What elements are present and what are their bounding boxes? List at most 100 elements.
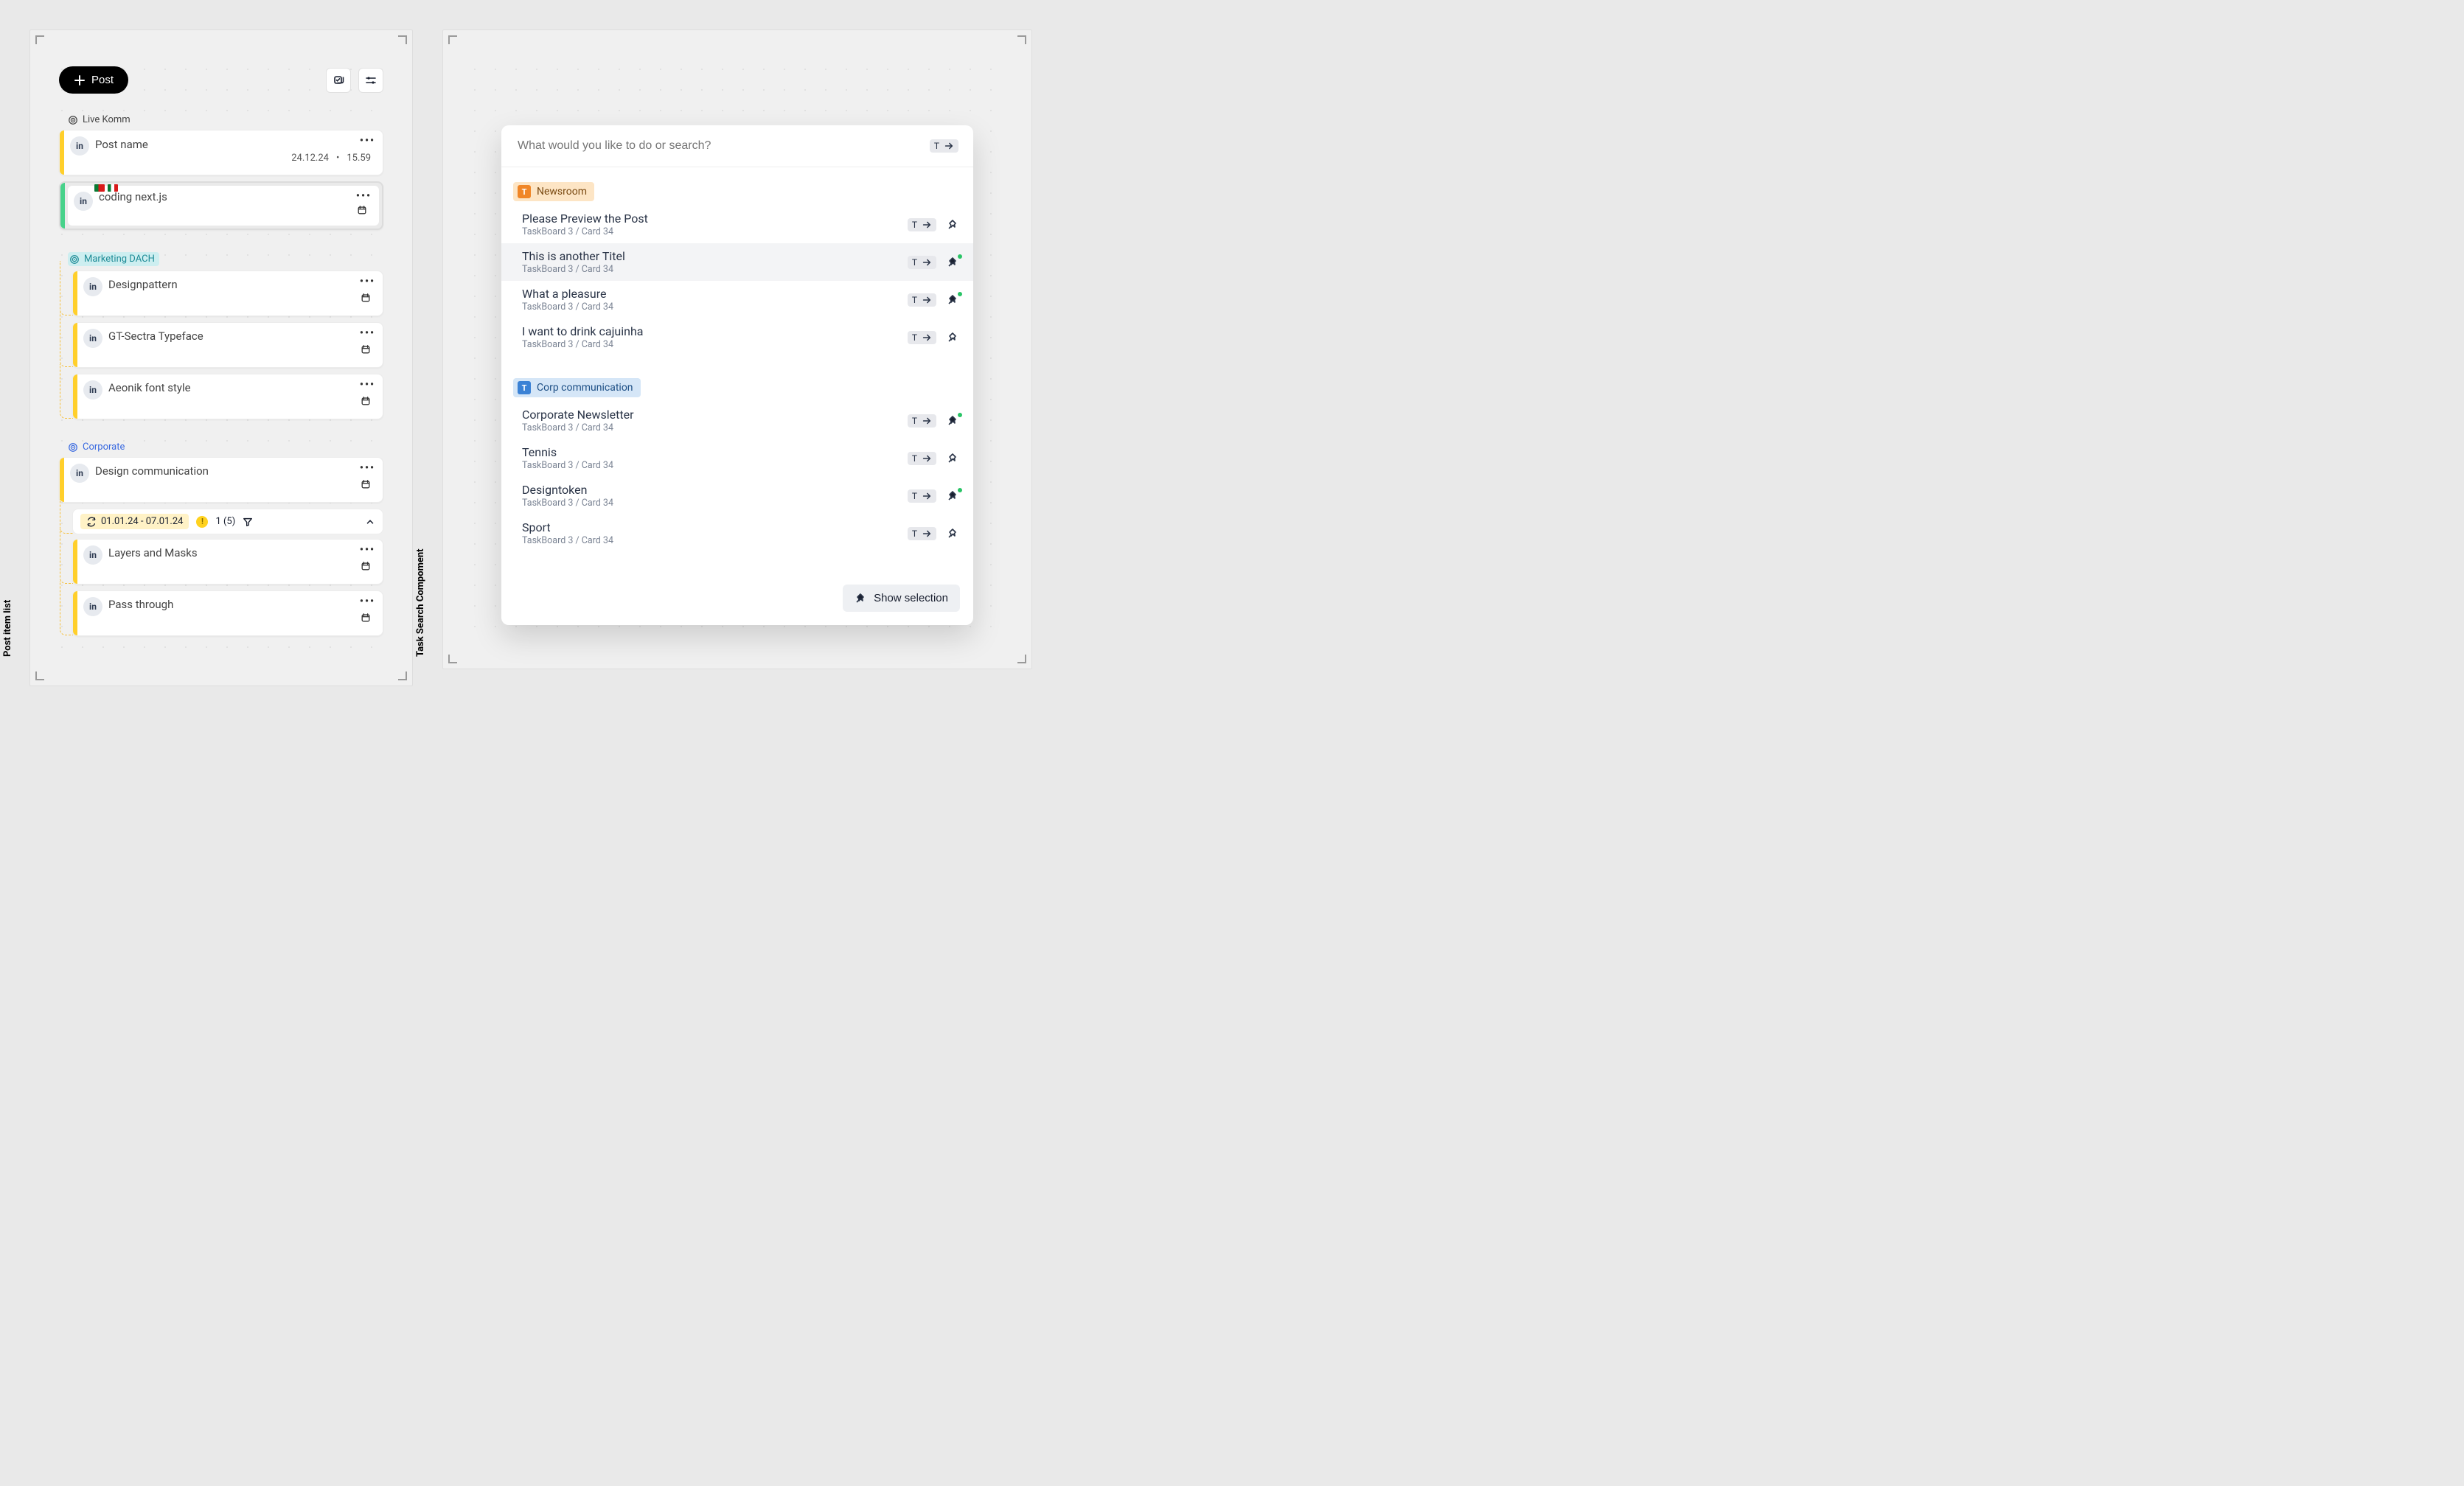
card-more-button[interactable]: •••: [356, 190, 372, 202]
calendar-icon[interactable]: [361, 479, 371, 489]
result-shortcut-badge[interactable]: T: [908, 331, 936, 344]
pin-button[interactable]: [947, 257, 958, 268]
calendar-icon[interactable]: [361, 293, 371, 303]
target-icon: [68, 442, 78, 453]
result-row[interactable]: This is another TitelTaskBoard 3 / Card …: [501, 243, 973, 281]
group-header-corporate[interactable]: Corporate: [68, 442, 383, 453]
serial-range: 01.01.24 - 07.01.24: [101, 516, 183, 527]
target-icon: [68, 115, 78, 125]
result-row[interactable]: Corporate NewsletterTaskBoard 3 / Card 3…: [501, 402, 973, 439]
pin-icon: [947, 415, 958, 427]
pin-button[interactable]: [947, 528, 958, 540]
result-row[interactable]: I want to drink cajuinhaTaskBoard 3 / Ca…: [501, 318, 973, 356]
arrow-right-icon: [944, 141, 954, 151]
arrow-right-icon: [922, 220, 932, 230]
card-more-button[interactable]: •••: [360, 596, 375, 607]
section-chip-newsroom[interactable]: TNewsroom: [513, 182, 594, 201]
result-shortcut-badge[interactable]: T: [908, 293, 936, 307]
task-search-frame: T TNewsroomPlease Preview the PostTaskBo…: [442, 29, 1032, 669]
result-sub: TaskBoard 3 / Card 34: [522, 460, 908, 471]
search-shortcut-badge: T: [930, 139, 958, 153]
result-title: Please Preview the Post: [522, 212, 908, 226]
post-card[interactable]: in GT-Sectra Typeface •••: [72, 322, 383, 368]
frame-label-right: Task Search Compoment: [415, 548, 426, 657]
result-sub: TaskBoard 3 / Card 34: [522, 226, 908, 237]
result-sub: TaskBoard 3 / Card 34: [522, 535, 908, 546]
result-shortcut-badge[interactable]: T: [908, 452, 936, 465]
post-card[interactable]: in Post name 24.12.24 • 15.59 •••: [59, 130, 383, 175]
coin-icon: !: [196, 516, 208, 528]
pin-button[interactable]: [947, 415, 958, 427]
card-more-button[interactable]: •••: [360, 327, 375, 339]
search-card: T TNewsroomPlease Preview the PostTaskBo…: [501, 125, 973, 625]
funnel-icon[interactable]: [243, 517, 253, 527]
status-stripe: [60, 183, 65, 229]
pin-button[interactable]: [947, 219, 958, 231]
linkedin-avatar-icon: in: [70, 464, 89, 483]
post-card[interactable]: in Aeonik font style •••: [72, 374, 383, 419]
group-header-live[interactable]: Live Komm: [68, 114, 383, 125]
result-shortcut-badge[interactable]: T: [908, 527, 936, 540]
result-title: What a pleasure: [522, 287, 908, 301]
post-card-selected[interactable]: in coding next.js •••: [59, 181, 383, 230]
calendar-icon[interactable]: [361, 396, 371, 406]
calendar-icon[interactable]: [357, 205, 367, 215]
plus-icon: [74, 74, 86, 86]
card-more-button[interactable]: •••: [360, 462, 375, 474]
group-header-marketing[interactable]: Marketing DACH: [68, 252, 383, 266]
section-label: Corp communication: [537, 382, 633, 394]
pin-icon: [947, 490, 958, 502]
arrow-right-icon: [922, 529, 932, 539]
post-card[interactable]: in Designpattern •••: [72, 271, 383, 316]
card-more-button[interactable]: •••: [360, 135, 375, 147]
linkedin-avatar-icon: in: [83, 597, 102, 616]
copy-check-button[interactable]: [326, 68, 351, 93]
status-stripe: [73, 323, 77, 367]
chevron-up-icon[interactable]: [365, 517, 375, 527]
card-more-button[interactable]: •••: [360, 276, 375, 287]
post-card[interactable]: in Pass through •••: [72, 590, 383, 636]
post-list-frame: Post Live Komm in: [29, 29, 413, 686]
calendar-icon[interactable]: [361, 344, 371, 355]
linkedin-avatar-icon: in: [70, 136, 89, 156]
post-title: Layers and Masks: [108, 546, 378, 559]
show-selection-button[interactable]: Show selection: [843, 585, 960, 612]
pin-button[interactable]: [947, 490, 958, 502]
add-post-button[interactable]: Post: [59, 66, 128, 94]
card-more-button[interactable]: •••: [360, 544, 375, 556]
pin-icon: [947, 294, 958, 306]
card-more-button[interactable]: •••: [360, 379, 375, 391]
status-stripe: [73, 374, 77, 419]
result-shortcut-badge[interactable]: T: [908, 414, 936, 428]
result-title: This is another Titel: [522, 249, 908, 263]
result-shortcut-badge[interactable]: T: [908, 256, 936, 269]
pin-icon: [947, 257, 958, 268]
result-shortcut-badge[interactable]: T: [908, 218, 936, 231]
result-row[interactable]: SportTaskBoard 3 / Card 34T: [501, 514, 973, 552]
serial-header[interactable]: 01.01.24 - 07.01.24 ! 1 (5): [72, 509, 383, 534]
pin-button[interactable]: [947, 294, 958, 306]
result-shortcut-badge[interactable]: T: [908, 489, 936, 503]
section-chip-corpcomm[interactable]: TCorp communication: [513, 378, 641, 397]
post-title: Aeonik font style: [108, 381, 378, 394]
search-input[interactable]: [516, 139, 870, 153]
result-row[interactable]: Please Preview the PostTaskBoard 3 / Car…: [501, 206, 973, 243]
calendar-icon[interactable]: [361, 561, 371, 571]
result-row[interactable]: What a pleasureTaskBoard 3 / Card 34T: [501, 281, 973, 318]
calendar-icon[interactable]: [361, 613, 371, 623]
result-sub: TaskBoard 3 / Card 34: [522, 498, 908, 509]
result-row[interactable]: TennisTaskBoard 3 / Card 34T: [501, 439, 973, 477]
status-stripe: [60, 458, 64, 502]
post-card[interactable]: in Design communication •••: [59, 457, 383, 503]
post-title: Design communication: [95, 464, 378, 478]
post-card[interactable]: in Layers and Masks •••: [72, 539, 383, 585]
pin-active-dot-icon: [958, 413, 962, 417]
arrow-right-icon: [922, 257, 932, 268]
serial-date-chip[interactable]: 01.01.24 - 07.01.24: [80, 514, 189, 529]
frame-label-left: Post item list: [2, 600, 13, 657]
pin-button[interactable]: [947, 332, 958, 343]
refresh-icon: [86, 517, 97, 527]
pin-button[interactable]: [947, 453, 958, 464]
filter-sliders-button[interactable]: [358, 68, 383, 93]
result-row[interactable]: DesigntokenTaskBoard 3 / Card 34T: [501, 477, 973, 514]
